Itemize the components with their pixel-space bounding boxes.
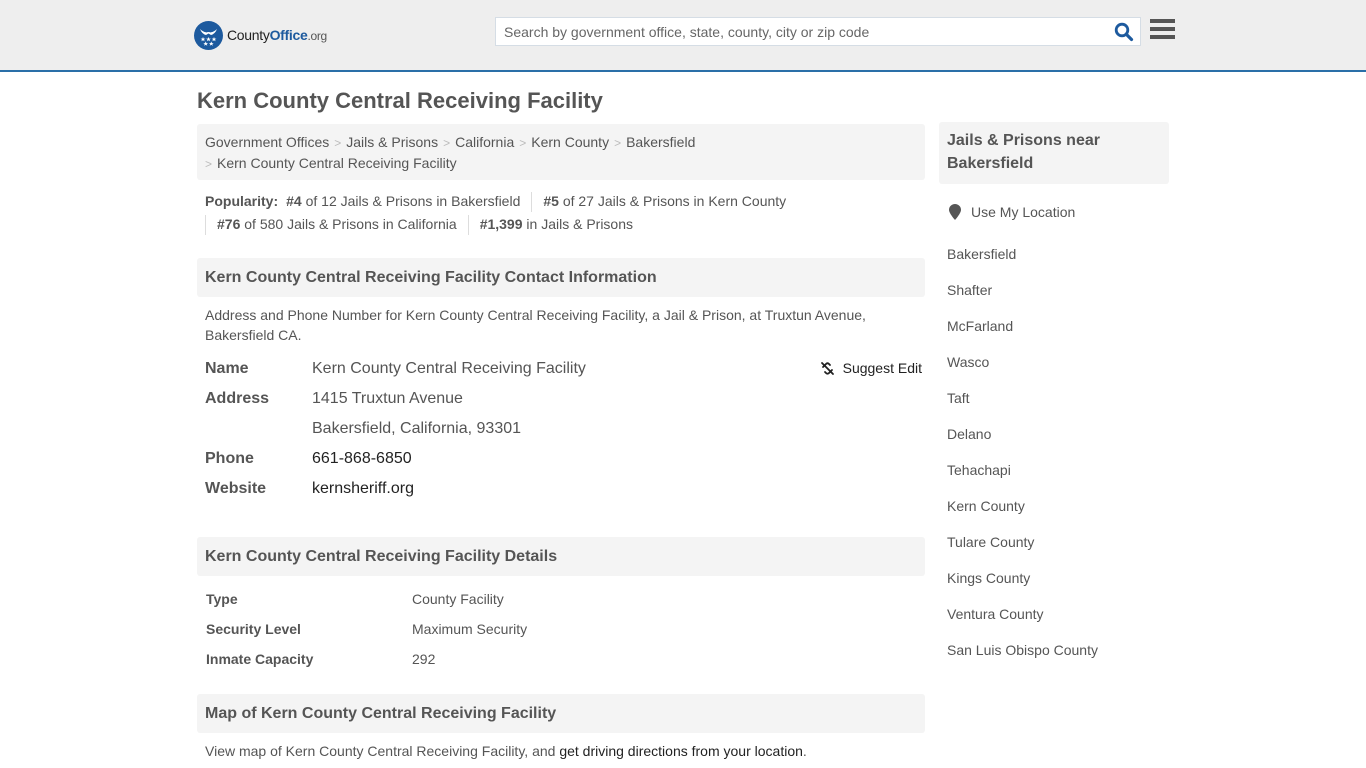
map-text: View map of Kern County Central Receivin… bbox=[205, 743, 560, 759]
sidebar-item-mcfarland[interactable]: McFarland bbox=[947, 318, 1013, 334]
details-value: Maximum Security bbox=[412, 621, 528, 637]
popularity-item: #5 of 27 Jails & Prisons in Kern County bbox=[543, 190, 786, 213]
contact-row-address-2: Bakersfield, California, 93301 bbox=[205, 414, 917, 444]
contact-heading: Kern County Central Receiving Facility C… bbox=[197, 258, 925, 297]
details-row: Type County Facility bbox=[206, 584, 916, 614]
popularity-text: in Jails & Prisons bbox=[522, 216, 633, 232]
suggest-edit-link[interactable]: Suggest Edit bbox=[843, 360, 922, 376]
logo-tld: .org bbox=[307, 29, 327, 43]
address-line1: 1415 Truxtun Avenue bbox=[312, 390, 463, 407]
page-title: Kern County Central Receiving Facility bbox=[197, 88, 603, 113]
contact-row-website: Website kernsheriff.org bbox=[205, 474, 917, 504]
broken-link-icon bbox=[820, 361, 834, 375]
popularity-label: Popularity: bbox=[205, 193, 279, 209]
use-my-location[interactable]: Use My Location bbox=[947, 200, 1161, 224]
details-heading: Kern County Central Receiving Facility D… bbox=[197, 537, 925, 576]
menu-bar bbox=[1150, 35, 1175, 39]
menu-bar bbox=[1150, 19, 1175, 23]
popularity-text: of 12 Jails & Prisons in Bakersfield bbox=[301, 193, 521, 209]
contact-table: Suggest Edit Name Kern County Central Re… bbox=[197, 354, 925, 504]
logo-wordmark: CountyOffice.org bbox=[227, 27, 327, 43]
search-bar bbox=[495, 17, 1141, 46]
hamburger-menu-icon[interactable] bbox=[1150, 19, 1175, 41]
details-row: Inmate Capacity 292 bbox=[206, 644, 916, 674]
popularity-rank: #4 bbox=[286, 193, 302, 209]
details-label: Security Level bbox=[206, 621, 301, 637]
address-label: Address bbox=[205, 390, 270, 407]
sidebar-item-taft[interactable]: Taft bbox=[947, 390, 970, 406]
name-label: Name bbox=[205, 360, 249, 377]
breadcrumb-separator: > bbox=[205, 157, 213, 171]
breadcrumb-government-offices[interactable]: Government Offices bbox=[205, 134, 329, 150]
details-value: 292 bbox=[412, 651, 436, 667]
contact-row-address: Address 1415 Truxtun Avenue bbox=[205, 384, 917, 414]
map-description: View map of Kern County Central Receivin… bbox=[197, 733, 925, 759]
details-label: Inmate Capacity bbox=[206, 651, 314, 667]
popularity-divider bbox=[205, 215, 206, 236]
details-value: County Facility bbox=[412, 591, 504, 607]
sidebar: Jails & Prisons near Bakersfield Use My … bbox=[939, 122, 1169, 668]
breadcrumb-kern-county[interactable]: Kern County bbox=[531, 134, 609, 150]
breadcrumb-jails-prisons[interactable]: Jails & Prisons bbox=[346, 134, 438, 150]
menu-bar bbox=[1150, 27, 1175, 31]
popularity-item: #76 of 580 Jails & Prisons in California bbox=[217, 213, 457, 236]
breadcrumb: Government Offices > Jails & Prisons > Calif… bbox=[197, 124, 925, 180]
address-line2: Bakersfield, California, 93301 bbox=[312, 420, 522, 437]
map-pin-icon bbox=[949, 204, 961, 220]
main-content: Government Offices > Jails & Prisons > Calif… bbox=[197, 124, 925, 759]
sidebar-item-san-luis-obispo-county[interactable]: San Luis Obispo County bbox=[947, 642, 1098, 658]
website-link[interactable]: kernsheriff.org bbox=[312, 480, 414, 497]
sidebar-item-kern-county[interactable]: Kern County bbox=[947, 498, 1025, 514]
logo-brand: Office bbox=[269, 27, 308, 43]
details-table: Type County Facility Security Level Maxi… bbox=[197, 584, 925, 674]
website-label: Website bbox=[205, 480, 267, 497]
phone-link[interactable]: 661-868-6850 bbox=[312, 450, 412, 467]
sidebar-item-wasco[interactable]: Wasco bbox=[947, 354, 989, 370]
driving-directions-link[interactable]: get driving directions from your locatio… bbox=[559, 743, 803, 759]
details-row: Security Level Maximum Security bbox=[206, 614, 916, 644]
popularity-divider bbox=[467, 215, 469, 236]
popularity-text: of 580 Jails & Prisons in California bbox=[240, 216, 457, 232]
contact-row-name: Name Kern County Central Receiving Facil… bbox=[205, 354, 917, 384]
sidebar-item-kings-county[interactable]: Kings County bbox=[947, 570, 1030, 586]
sidebar-item-shafter[interactable]: Shafter bbox=[947, 282, 992, 298]
sidebar-item-tehachapi[interactable]: Tehachapi bbox=[947, 462, 1011, 478]
search-icon[interactable] bbox=[1114, 22, 1134, 42]
breadcrumb-separator: > bbox=[614, 136, 622, 150]
popularity-rank: #76 bbox=[217, 216, 241, 232]
breadcrumb-current: Kern County Central Receiving Facility bbox=[217, 155, 457, 171]
use-my-location-link[interactable]: Use My Location bbox=[971, 204, 1075, 220]
breadcrumb-california[interactable]: California bbox=[455, 134, 514, 150]
sidebar-list: Use My Location Bakersfield Shafter McFa… bbox=[939, 200, 1169, 668]
details-label: Type bbox=[206, 591, 238, 607]
popularity-divider bbox=[531, 192, 533, 213]
logo-prefix: County bbox=[227, 27, 270, 43]
contact-row-phone: Phone 661-868-6850 bbox=[205, 444, 917, 474]
sidebar-item-tulare-county[interactable]: Tulare County bbox=[947, 534, 1034, 550]
breadcrumb-separator: > bbox=[334, 136, 342, 150]
popularity: Popularity: #4 of 12 Jails & Prisons in B… bbox=[197, 180, 925, 236]
breadcrumb-separator: > bbox=[443, 136, 451, 150]
breadcrumb-separator: > bbox=[519, 136, 527, 150]
site-logo[interactable]: CountyOffice.org bbox=[194, 20, 327, 50]
popularity-rank: #5 bbox=[543, 193, 559, 209]
sidebar-item-ventura-county[interactable]: Ventura County bbox=[947, 606, 1044, 622]
name-value: Kern County Central Receiving Facility bbox=[312, 360, 586, 377]
sidebar-item-bakersfield[interactable]: Bakersfield bbox=[947, 246, 1016, 262]
sidebar-heading: Jails & Prisons near Bakersfield bbox=[939, 122, 1169, 184]
popularity-item: #4 of 12 Jails & Prisons in Bakersfield bbox=[286, 190, 520, 213]
sidebar-item-delano[interactable]: Delano bbox=[947, 426, 991, 442]
popularity-text: of 27 Jails & Prisons in Kern County bbox=[558, 193, 787, 209]
suggest-edit-button[interactable]: Suggest Edit bbox=[820, 360, 922, 376]
top-header: CountyOffice.org bbox=[0, 0, 1366, 72]
breadcrumb-bakersfield[interactable]: Bakersfield bbox=[626, 134, 695, 150]
map-heading: Map of Kern County Central Receiving Fac… bbox=[197, 694, 925, 733]
eagle-stars-logo-icon bbox=[194, 20, 223, 50]
popularity-rank: #1,399 bbox=[479, 216, 523, 232]
popularity-item: #1,399 in Jails & Prisons bbox=[480, 213, 633, 236]
map-text-end: . bbox=[802, 743, 807, 759]
contact-description: Address and Phone Number for Kern County… bbox=[205, 307, 866, 343]
search-input[interactable] bbox=[496, 18, 1106, 45]
phone-label: Phone bbox=[205, 450, 254, 467]
